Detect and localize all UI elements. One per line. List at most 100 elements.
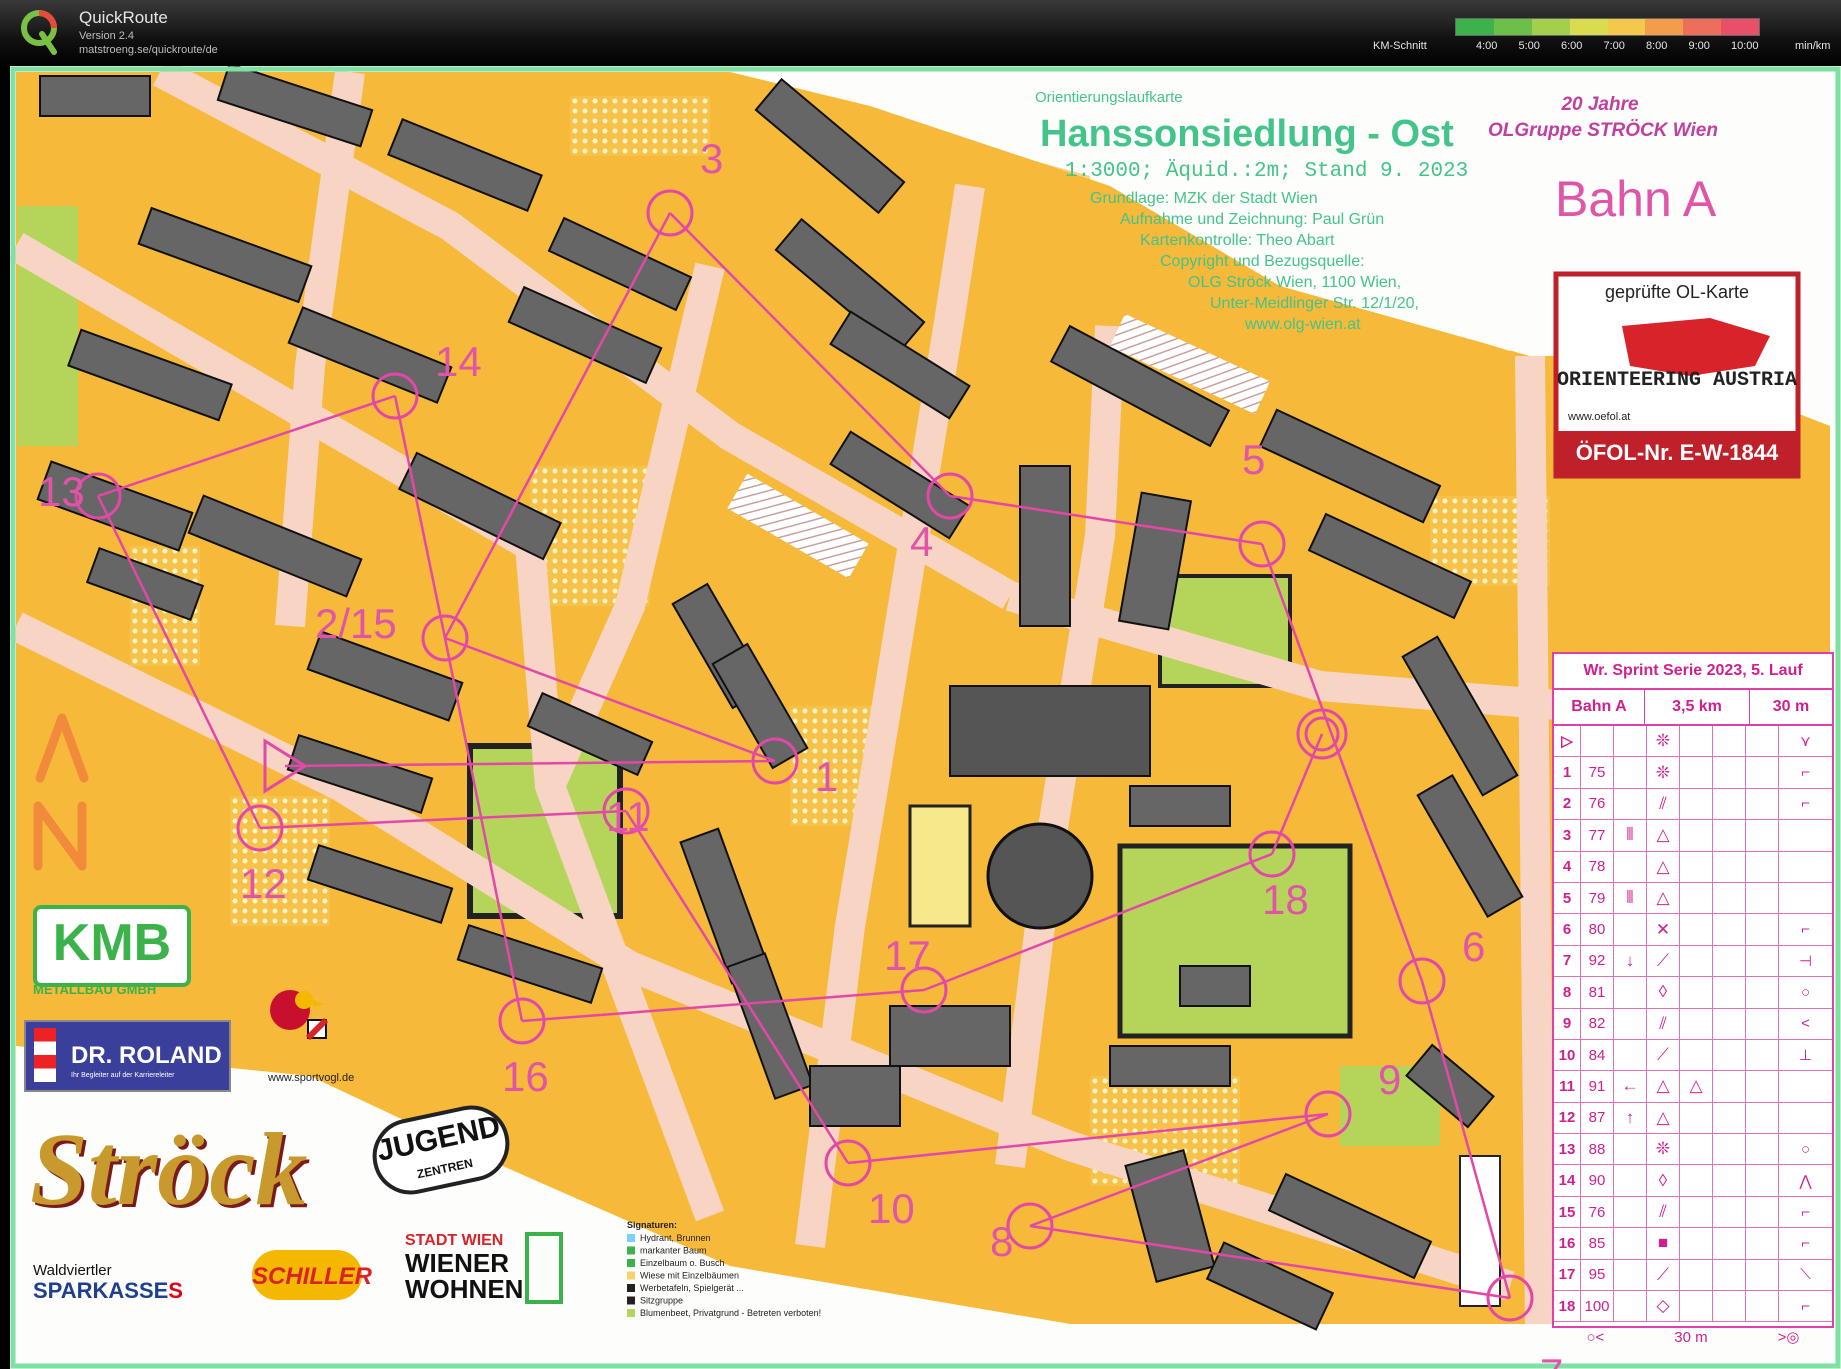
row-direction-icon	[1614, 1039, 1647, 1071]
row-code: 79	[1581, 882, 1614, 914]
legend-item: Werbetafeln, Spielgerät ...	[640, 1283, 744, 1293]
row-location-icon: ⌐	[1801, 1297, 1810, 1315]
sportvogl-bird-icon	[258, 980, 329, 1050]
row-number: 10	[1554, 1039, 1581, 1071]
sparkasse-s-icon: S	[168, 1278, 183, 1303]
row-feature-icon: △	[1647, 882, 1680, 914]
course-name: Bahn A	[1555, 171, 1717, 227]
control-number: 6	[1462, 923, 1485, 970]
round-building	[986, 822, 1094, 930]
row-number: 6	[1554, 914, 1581, 945]
row-extra-icon	[1680, 1196, 1713, 1228]
pace-legend-label: KM-Schnitt	[1373, 40, 1427, 52]
row-code: 76	[1581, 1196, 1614, 1228]
row-code: 90	[1581, 1165, 1614, 1196]
wiener-wohnen-logo: WIENER WOHNEN	[405, 1250, 523, 1302]
control-11[interactable]: 11	[602, 787, 650, 840]
row-location-icon: ⊥	[1798, 1047, 1813, 1065]
credit-line: Kartenkontrolle: Theo Abart	[1140, 232, 1335, 249]
row-code: 76	[1581, 788, 1614, 820]
row-number: 16	[1554, 1228, 1581, 1259]
roland-text: DR. ROLAND	[71, 1042, 222, 1069]
sportvogl-url: www.sportvogl.de	[268, 1072, 355, 1084]
row-location-icon: ⌐	[1801, 1234, 1810, 1252]
row-extra-icon	[1680, 1102, 1713, 1134]
row-direction-icon	[1614, 788, 1647, 820]
row-direction-icon	[1614, 851, 1647, 882]
credit-line: OLG Ströck Wien, 1100 Wien,	[1188, 274, 1401, 291]
control-number: 5	[1242, 436, 1265, 483]
row-number: 14	[1554, 1165, 1581, 1196]
control-number: 2/15	[315, 600, 397, 647]
row-code: 84	[1581, 1039, 1614, 1071]
row-number: 15	[1554, 1196, 1581, 1228]
control-description-row: 8 81 ◊ ○	[1554, 977, 1832, 1009]
control-description-row: 3 77 ⫴ △	[1554, 820, 1832, 852]
row-direction-icon	[1614, 1228, 1647, 1259]
row-code: 100	[1581, 1291, 1614, 1322]
map-scale: 1:3000; Äquid.:2m; Stand 9. 2023	[1065, 160, 1468, 183]
row-extra-icon: △	[1680, 1071, 1713, 1102]
pace-color-scale	[1455, 18, 1760, 36]
row-number: 7	[1554, 945, 1581, 977]
row-location-icon: ⊣	[1798, 952, 1813, 970]
row-number: 13	[1554, 1134, 1581, 1165]
row-location-icon: ○	[1800, 983, 1811, 1001]
control-description-row: 14 90 ◊ ⋀	[1554, 1165, 1832, 1197]
pace-tick: 4:00	[1476, 40, 1498, 52]
control-number: 12	[240, 860, 287, 907]
control-description-row: 18 100 ◇ ⌐	[1554, 1291, 1832, 1323]
control-number: 11	[606, 793, 650, 840]
control-table-start-row: ▷ ❊ ⋎	[1554, 726, 1832, 758]
row-number: 1	[1554, 757, 1581, 788]
legend-item: Sitzgruppe	[640, 1296, 683, 1306]
oefol-badge: geprüfte OL-Karte ORIENTEERING AUSTRIA w…	[1553, 271, 1801, 479]
row-direction-icon	[1614, 977, 1647, 1008]
control-table-event: Wr. Sprint Serie 2023, 5. Lauf	[1554, 654, 1832, 690]
control-number: 8	[990, 1218, 1013, 1265]
badge-url: www.oefol.at	[1567, 411, 1630, 423]
control-descriptions: Wr. Sprint Serie 2023, 5. Lauf Bahn A 3,…	[1552, 652, 1834, 1346]
lighthouse-icon	[34, 1028, 56, 1082]
row-number: 8	[1554, 977, 1581, 1008]
control-number: 17	[884, 932, 931, 979]
control-description-row: 17 95 ⟋ ⟍	[1554, 1259, 1832, 1292]
row-extra-icon	[1680, 1228, 1713, 1259]
row-feature-icon: ✕	[1647, 914, 1680, 945]
row-feature-icon: ■	[1647, 1228, 1680, 1259]
row-code: 92	[1581, 945, 1614, 977]
row-feature-icon: ❊	[1647, 757, 1680, 788]
control-table-finish: ○< 30 m >◎	[1554, 1322, 1832, 1352]
app-url[interactable]: matstroeng.se/quickroute/de	[79, 44, 218, 56]
legend-item: Einzelbaum o. Busch	[640, 1258, 725, 1268]
finish-start-icon: ○<	[1586, 1328, 1605, 1346]
start-symbol-icon: ❊	[1647, 726, 1680, 757]
row-direction-icon: ↓	[1614, 945, 1647, 977]
row-extra-icon	[1680, 851, 1713, 882]
control-number: 9	[1378, 1056, 1401, 1103]
row-location-icon	[1779, 1071, 1832, 1101]
control-description-row: 10 84 ⟋ ⊥	[1554, 1039, 1832, 1072]
credit-line: Copyright und Bezugsquelle:	[1160, 253, 1365, 270]
row-feature-icon: △	[1647, 820, 1680, 851]
row-extra-icon	[1680, 882, 1713, 914]
row-code: 91	[1581, 1071, 1614, 1102]
row-number: 17	[1554, 1259, 1581, 1291]
row-direction-icon	[1614, 757, 1647, 788]
legend-item: markanter Baum	[640, 1246, 707, 1256]
row-code: 82	[1581, 1008, 1614, 1039]
row-feature-icon: △	[1647, 851, 1680, 882]
row-location-icon	[1779, 883, 1832, 913]
row-extra-icon	[1680, 788, 1713, 820]
control-number: 14	[435, 338, 482, 385]
row-extra-icon	[1680, 914, 1713, 945]
schiller-text: SCHILLER	[252, 1263, 372, 1290]
row-feature-icon: ❊	[1647, 1134, 1680, 1165]
row-code: 88	[1581, 1134, 1614, 1165]
row-feature-icon: ⫽	[1647, 1008, 1680, 1039]
row-code: 87	[1581, 1102, 1614, 1134]
row-number: 5	[1554, 882, 1581, 914]
app-version: Version 2.4	[79, 30, 135, 42]
anniversary-line-1: 20 Jahre	[1560, 94, 1639, 115]
control-number: 1	[815, 753, 838, 800]
